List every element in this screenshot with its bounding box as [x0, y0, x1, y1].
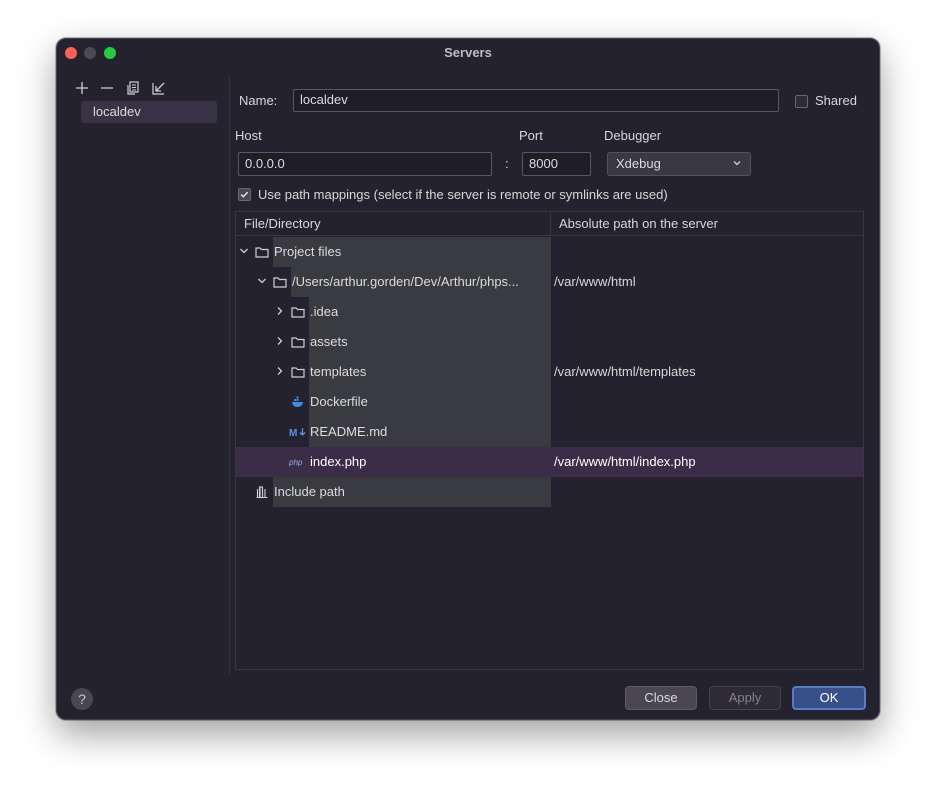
- folder-icon: [273, 277, 287, 288]
- host-port-separator: :: [505, 156, 509, 171]
- sidebar-divider: [229, 75, 230, 675]
- minus-icon[interactable]: [98, 79, 116, 97]
- table-row[interactable]: Project files: [236, 237, 863, 267]
- help-button[interactable]: ?: [71, 688, 93, 710]
- row-name: /Users/arthur.gorden/Dev/Arthur/phps...: [292, 274, 519, 289]
- port-field[interactable]: 8000: [522, 152, 591, 176]
- library-icon: [256, 486, 268, 499]
- table-row[interactable]: M README.md: [236, 417, 863, 447]
- php-icon: php: [289, 458, 303, 467]
- host-label: Host: [235, 128, 262, 143]
- server-list-item[interactable]: localdev: [81, 101, 217, 123]
- row-name: index.php: [310, 454, 367, 469]
- shared-checkbox[interactable]: [795, 95, 808, 108]
- debugger-select[interactable]: Xdebug: [607, 152, 751, 176]
- name-label: Name:: [239, 93, 278, 108]
- window-title: Servers: [444, 45, 492, 60]
- chevron-down-icon[interactable]: [239, 246, 249, 256]
- row-name: README.md: [310, 424, 388, 439]
- svg-text:M: M: [289, 428, 297, 439]
- close-button[interactable]: Close: [625, 686, 697, 710]
- title-bar: Servers: [57, 39, 879, 67]
- row-name: assets: [310, 334, 348, 349]
- shared-label: Shared: [815, 93, 857, 108]
- table-row[interactable]: Dockerfile: [236, 387, 863, 417]
- column-header-file-directory[interactable]: File/Directory: [236, 212, 551, 236]
- import-icon[interactable]: [150, 79, 168, 97]
- table-row[interactable]: /Users/arthur.gorden/Dev/Arthur/phps... …: [236, 267, 863, 297]
- chevron-down-icon[interactable]: [257, 276, 267, 286]
- server-list-item-label: localdev: [93, 104, 141, 119]
- copy-icon[interactable]: [124, 79, 142, 97]
- row-name: Include path: [274, 484, 345, 499]
- path-mappings-table: File/Directory Absolute path on the serv…: [235, 211, 864, 670]
- row-name: .idea: [310, 304, 339, 319]
- folder-icon: [291, 337, 305, 348]
- host-field[interactable]: 0.0.0.0: [238, 152, 492, 176]
- row-name: Dockerfile: [310, 394, 368, 409]
- chevron-right-icon[interactable]: [275, 306, 285, 316]
- path-mappings-label: Use path mappings (select if the server …: [258, 187, 668, 202]
- folder-icon: [255, 247, 269, 258]
- table-row[interactable]: .idea: [236, 297, 863, 327]
- ok-button[interactable]: OK: [792, 686, 866, 710]
- svg-text:php: php: [289, 458, 303, 467]
- row-path[interactable]: /var/www/html/templates: [554, 364, 696, 379]
- markdown-icon: M: [289, 428, 306, 439]
- row-name: templates: [310, 364, 367, 379]
- chevron-right-icon[interactable]: [275, 336, 285, 346]
- table-row[interactable]: assets: [236, 327, 863, 357]
- plus-icon[interactable]: [73, 79, 91, 97]
- debugger-select-value: Xdebug: [616, 156, 661, 171]
- table-row-selected[interactable]: php index.php /var/www/html/index.php: [236, 447, 863, 477]
- table-row[interactable]: Include path: [236, 477, 863, 507]
- apply-button[interactable]: Apply: [709, 686, 781, 710]
- table-row[interactable]: templates /var/www/html/templates: [236, 357, 863, 387]
- row-path[interactable]: /var/www/html: [554, 274, 636, 289]
- column-header-absolute-path[interactable]: Absolute path on the server: [551, 212, 863, 236]
- chevron-right-icon[interactable]: [275, 366, 285, 376]
- folder-icon: [291, 367, 305, 378]
- row-name: Project files: [274, 244, 342, 259]
- docker-icon: [292, 396, 303, 407]
- debugger-label: Debugger: [604, 128, 662, 143]
- path-mappings-checkbox[interactable]: [238, 188, 251, 201]
- checkmark-icon: [240, 191, 249, 198]
- row-path[interactable]: /var/www/html/index.php: [554, 454, 696, 469]
- servers-dialog: Servers localdev Name: localdev Shared H…: [56, 38, 880, 720]
- port-label: Port: [519, 128, 543, 143]
- chevron-down-icon: [731, 157, 743, 172]
- folder-icon: [291, 307, 305, 318]
- name-field[interactable]: localdev: [293, 89, 779, 112]
